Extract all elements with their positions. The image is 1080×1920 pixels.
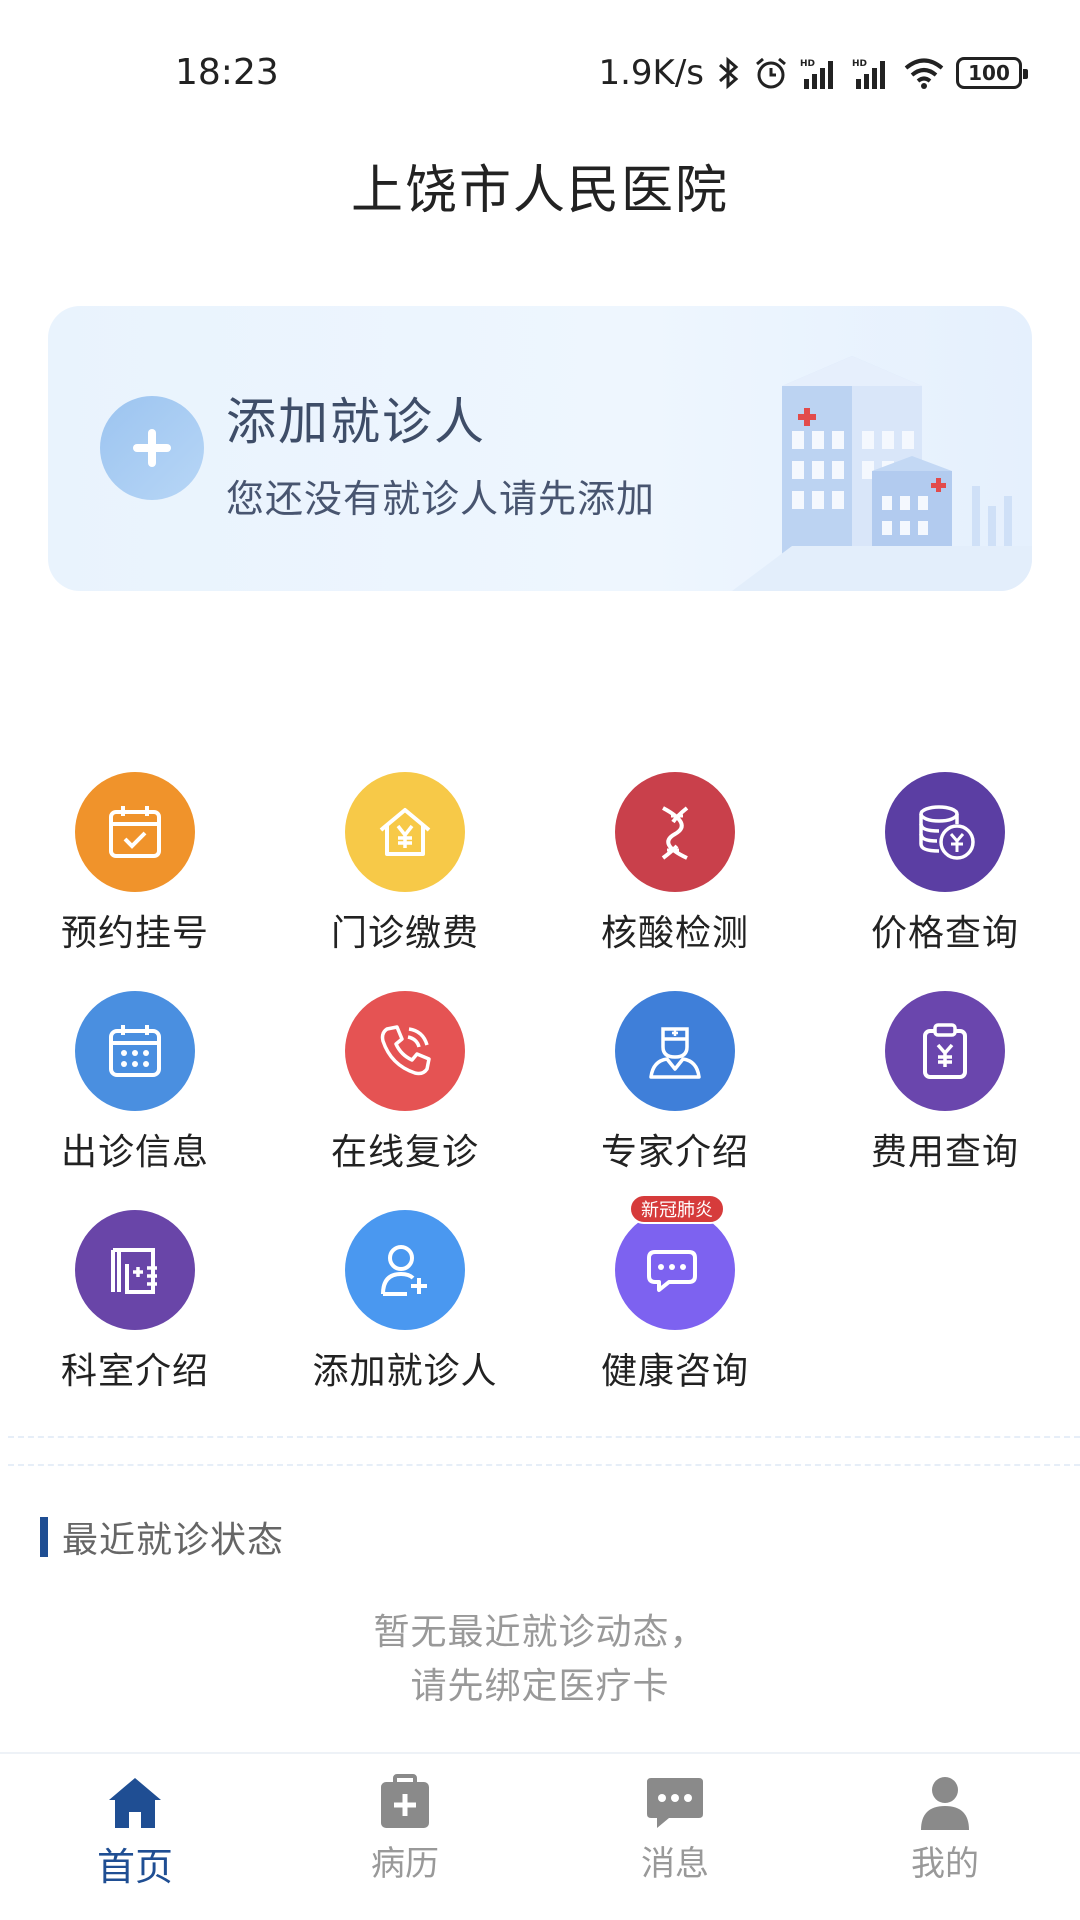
wifi-icon — [904, 57, 944, 89]
tab-home[interactable]: 首页 — [0, 1772, 270, 1902]
home-icon — [105, 1772, 165, 1832]
tab-medical-record[interactable]: 病历 — [270, 1772, 540, 1902]
doctor-icon — [615, 991, 735, 1111]
service-online-revisit[interactable]: 在线复诊 — [270, 991, 540, 1181]
chat-icon: 新冠肺炎 — [615, 1194, 735, 1330]
empty-state-line: 暂无最近就诊动态， — [373, 1612, 707, 1653]
tab-bar: 首页 病历 消息 我的 — [0, 1752, 1080, 1920]
status-bar: 18:23 1.9K/s HD HD 100 — [0, 0, 1080, 150]
service-label: 价格查询 — [870, 913, 1019, 954]
recent-section-header: 最近就诊状态 — [40, 1514, 285, 1561]
status-time: 18:23 — [175, 52, 279, 93]
plus-icon — [100, 396, 204, 500]
battery-level: 100 — [968, 61, 1010, 85]
empty-state-line: 请先绑定医疗卡 — [410, 1666, 670, 1707]
covid-badge: 新冠肺炎 — [629, 1194, 725, 1224]
service-label: 门诊缴费 — [330, 913, 479, 954]
service-add-patient[interactable]: 添加就诊人 — [270, 1210, 540, 1400]
message-icon — [645, 1772, 705, 1832]
card-title: 添加就诊人 — [226, 393, 486, 451]
medical-record-icon — [375, 1772, 435, 1832]
network-speed: 1.9K/s — [598, 53, 704, 93]
svg-text:HD: HD — [852, 59, 867, 69]
svg-text:HD: HD — [800, 59, 815, 69]
section-accent-bar — [40, 1517, 48, 1557]
bluetooth-icon — [716, 55, 742, 91]
page-title: 上饶市人民医院 — [350, 161, 729, 221]
service-label: 预约挂号 — [60, 913, 209, 954]
tab-label: 病历 — [371, 1844, 439, 1884]
tab-messages[interactable]: 消息 — [540, 1772, 810, 1902]
calendar-check-icon — [75, 772, 195, 892]
service-label: 健康咨询 — [600, 1351, 749, 1392]
service-label: 费用查询 — [870, 1132, 1019, 1173]
service-label: 核酸检测 — [600, 913, 749, 954]
dna-icon — [615, 772, 735, 892]
add-user-icon — [345, 1210, 465, 1330]
status-icons: 1.9K/s HD HD 100 — [598, 50, 1028, 96]
add-patient-card[interactable]: 添加就诊人 您还没有就诊人请先添加 — [48, 306, 1032, 591]
coins-yen-icon — [885, 772, 1005, 892]
service-fee-query[interactable]: 费用查询 — [810, 991, 1080, 1181]
alarm-icon — [754, 56, 788, 90]
department-icon — [75, 1210, 195, 1330]
calendar-grid-icon — [75, 991, 195, 1111]
service-label: 出诊信息 — [60, 1132, 209, 1173]
clipboard-yen-icon — [885, 991, 1005, 1111]
service-department-intro[interactable]: 科室介绍 — [0, 1210, 270, 1400]
service-nucleic-test[interactable]: 核酸检测 — [540, 772, 810, 962]
service-outpatient-payment[interactable]: 门诊缴费 — [270, 772, 540, 962]
house-yen-icon — [345, 772, 465, 892]
tab-label: 首页 — [96, 1845, 173, 1889]
service-label: 科室介绍 — [60, 1351, 209, 1392]
phone-icon — [345, 991, 465, 1111]
service-health-consult[interactable]: 新冠肺炎 健康咨询 — [540, 1194, 810, 1400]
tab-label: 我的 — [911, 1844, 979, 1884]
service-price-query[interactable]: 价格查询 — [810, 772, 1080, 962]
service-appointment[interactable]: 预约挂号 — [0, 772, 270, 962]
user-icon — [915, 1772, 975, 1832]
signal-hd-icon: HD — [800, 57, 840, 89]
signal-hd-icon: HD — [852, 57, 892, 89]
hospital-illustration — [732, 356, 1032, 591]
service-label: 专家介绍 — [600, 1132, 749, 1173]
tab-profile[interactable]: 我的 — [810, 1772, 1080, 1902]
battery-icon: 100 — [956, 57, 1028, 89]
service-clinic-info[interactable]: 出诊信息 — [0, 991, 270, 1181]
service-label: 在线复诊 — [330, 1132, 479, 1173]
card-subtitle: 您还没有就诊人请先添加 — [226, 477, 656, 521]
empty-state: 暂无最近就诊动态， 请先绑定医疗卡 — [0, 1606, 1080, 1714]
divider — [8, 1436, 1080, 1466]
section-title: 最近就诊状态 — [62, 1520, 285, 1561]
tab-label: 消息 — [641, 1844, 709, 1884]
service-label: 添加就诊人 — [312, 1351, 498, 1392]
service-expert-intro[interactable]: 专家介绍 — [540, 991, 810, 1181]
